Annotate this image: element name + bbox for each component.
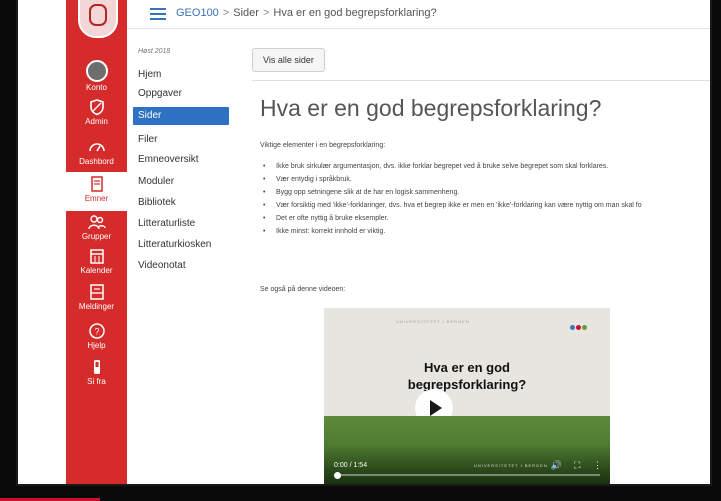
nav-label: Kalender xyxy=(80,266,113,275)
video-brand: UNIVERSITETET I BERGEN xyxy=(396,319,470,324)
inbox-icon xyxy=(89,284,104,300)
book-icon xyxy=(90,176,103,192)
nav-label: Emner xyxy=(84,194,109,203)
nav-dashbord[interactable]: Dashbord xyxy=(66,138,127,172)
video-title-card: UNIVERSITETET I BERGEN Hva er en god beg… xyxy=(324,308,610,427)
video-title: Hva er en god begrepsforklaring? xyxy=(324,359,610,393)
help-icon: ? xyxy=(88,323,105,339)
nav-label: Hjelp xyxy=(87,341,106,350)
page-title: Hva er en god begrepsforklaring? xyxy=(260,95,602,121)
nav-label: Admin xyxy=(85,117,108,126)
term-label: Høst 2018 xyxy=(138,48,171,55)
course-nav-litteraturkiosken[interactable]: Litteraturkiosken xyxy=(138,236,211,254)
course-nav-videonotat[interactable]: Videonotat xyxy=(138,257,186,275)
breadcrumb-section[interactable]: Sider xyxy=(233,7,259,19)
university-logo[interactable] xyxy=(78,0,118,38)
list-item: Ikke bruk sirkulær argumentasjon, dvs. i… xyxy=(263,160,642,173)
fullscreen-icon[interactable]: ⛶ xyxy=(574,460,580,470)
divider xyxy=(252,80,710,81)
list-item: Ikke minst: korrekt innhold er viktig. xyxy=(263,225,642,238)
feedback-icon xyxy=(93,360,100,374)
video-controls: 0:00 / 1:54 UNIVERSITETET I BERGEN 🔊 ⛶ ⋮ xyxy=(324,444,610,484)
video-title-line: begrepsforklaring? xyxy=(407,377,527,392)
video-watermark: UNIVERSITETET I BERGEN xyxy=(474,463,548,468)
course-nav-hjem[interactable]: Hjem xyxy=(138,66,161,84)
browser-frame: Konto Admin Dashbord Emner Grupper Kalen… xyxy=(18,0,710,484)
svg-text:?: ? xyxy=(94,327,99,337)
page-header: GEO100 > Sider > Hva er en god begrepsforkla… xyxy=(127,0,710,29)
intro-text: Viktige elementer i en begrepsforklaring… xyxy=(260,142,386,149)
dashboard-icon xyxy=(88,143,105,152)
nav-emner[interactable]: Emner xyxy=(66,172,127,211)
breadcrumb: GEO100 > Sider > Hva er en god begrepsforkla… xyxy=(176,7,437,19)
nav-label: Grupper xyxy=(81,232,112,241)
nav-hjelp[interactable]: ? Hjelp xyxy=(66,322,127,356)
breadcrumb-course[interactable]: GEO100 xyxy=(176,7,219,19)
list-item: Vær entydig i språkbruk. xyxy=(263,173,642,186)
see-also-text: Se også på denne videoen: xyxy=(260,286,346,293)
nav-admin[interactable]: Admin xyxy=(66,98,127,132)
list-item: Det er ofte nyttig å bruke eksempler. xyxy=(263,212,642,225)
brand-logo-icon xyxy=(570,317,588,330)
video-control-icons: 🔊 ⛶ ⋮ xyxy=(540,460,602,471)
groups-icon xyxy=(87,215,106,230)
global-navigation: Konto Admin Dashbord Emner Grupper Kalen… xyxy=(66,0,127,484)
course-nav-bibliotek[interactable]: Bibliotek xyxy=(138,194,176,212)
progress-bar[interactable] xyxy=(334,474,600,476)
course-nav-oppgaver[interactable]: Oppgaver xyxy=(138,85,182,103)
page-content: Vis alle sider Hva er en god begrepsfork… xyxy=(231,28,710,484)
nav-label: Si fra xyxy=(87,377,106,386)
view-all-pages-button[interactable]: Vis alle sider xyxy=(252,48,325,72)
bullet-list: Ikke bruk sirkulær argumentasjon, dvs. i… xyxy=(260,160,642,238)
video-title-line: Hva er en god xyxy=(424,360,510,375)
video-player[interactable]: UNIVERSITETET I BERGEN Hva er en god beg… xyxy=(324,308,610,484)
video-time: 0:00 / 1:54 xyxy=(334,462,368,469)
nav-label: Meldinger xyxy=(78,302,115,311)
nav-grupper[interactable]: Grupper xyxy=(66,213,127,247)
more-options-icon[interactable]: ⋮ xyxy=(593,460,602,470)
avatar xyxy=(85,60,108,82)
nav-label: Konto xyxy=(86,83,107,92)
course-nav-litteraturliste[interactable]: Litteraturliste xyxy=(138,215,195,233)
course-nav-filer[interactable]: Filer xyxy=(138,131,157,149)
course-nav-emneoversikt[interactable]: Emneoversikt xyxy=(138,151,199,169)
nav-label: Dashbord xyxy=(79,157,114,166)
calendar-icon xyxy=(89,249,104,264)
volume-icon[interactable]: 🔊 xyxy=(550,460,561,470)
list-item: Vær forsiktig med 'ikke'-forklaringer, d… xyxy=(263,199,642,212)
breadcrumb-page: Hva er en god begrepsforklaring? xyxy=(273,7,437,19)
progress-handle[interactable] xyxy=(334,472,341,479)
nav-si-fra[interactable]: Si fra xyxy=(66,358,127,392)
list-item: Bygg opp setningene slik at de har en lo… xyxy=(263,186,642,199)
shield-icon xyxy=(89,99,104,116)
course-nav-sider[interactable]: Sider xyxy=(133,107,229,125)
nav-kalender[interactable]: Kalender xyxy=(66,247,127,281)
nav-meldinger[interactable]: Meldinger xyxy=(66,283,127,317)
nav-konto[interactable]: Konto xyxy=(66,60,127,94)
menu-icon[interactable] xyxy=(150,8,166,20)
course-nav-moduler[interactable]: Moduler xyxy=(138,173,174,191)
